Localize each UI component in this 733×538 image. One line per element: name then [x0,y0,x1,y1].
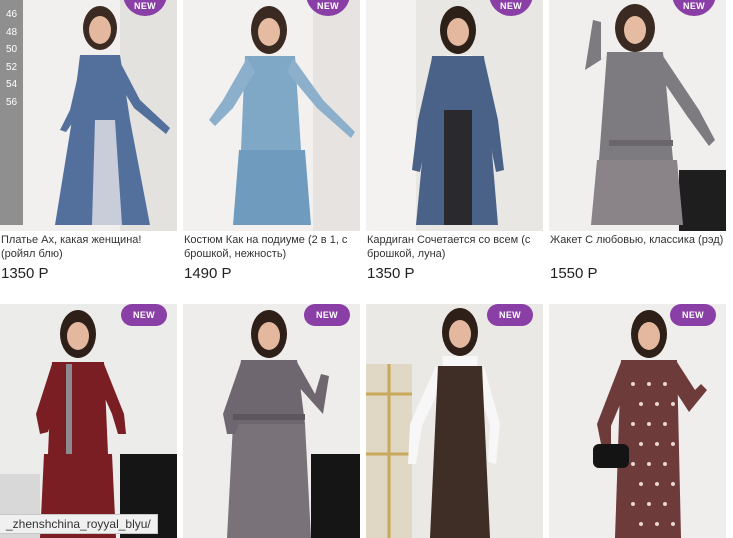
product-photo[interactable] [0,0,177,231]
product-price: 1350 Р [1,265,49,282]
size-option[interactable]: 54 [0,76,23,94]
product-photo[interactable] [183,304,360,538]
size-option[interactable]: 52 [0,59,23,77]
product-price: 1350 Р [367,265,415,282]
new-badge: NEW [487,304,533,326]
size-option[interactable]: 46 [0,6,23,24]
size-option[interactable]: 50 [0,41,23,59]
product-title[interactable]: Кардиган Сочетается со всем (с брошкой, … [367,233,543,261]
size-option[interactable]: 48 [0,24,23,42]
new-badge: NEW [121,304,167,326]
size-option[interactable]: 56 [0,94,23,112]
product-price: 1550 Р [550,265,598,282]
new-badge: NEW [670,304,716,326]
product-photo[interactable] [366,0,543,231]
product-photo[interactable] [549,304,726,538]
status-bar-url: _zhenshchina_royyal_blyu/ [0,514,158,534]
product-title[interactable]: Костюм Как на подиуме (2 в 1, с брошкой,… [184,233,360,261]
product-title[interactable]: Жакет С любовью, классика (рэд) [550,233,726,247]
product-photo[interactable] [0,304,177,538]
product-title[interactable]: Платье Ах, какая женщина! (ройял блю) [1,233,177,261]
size-selector: 46 48 50 52 54 56 [0,0,23,225]
product-price: 1490 Р [184,265,232,282]
product-photo[interactable] [549,0,726,231]
product-photo[interactable] [366,304,543,538]
new-badge: NEW [304,304,350,326]
product-photo[interactable] [183,0,360,231]
